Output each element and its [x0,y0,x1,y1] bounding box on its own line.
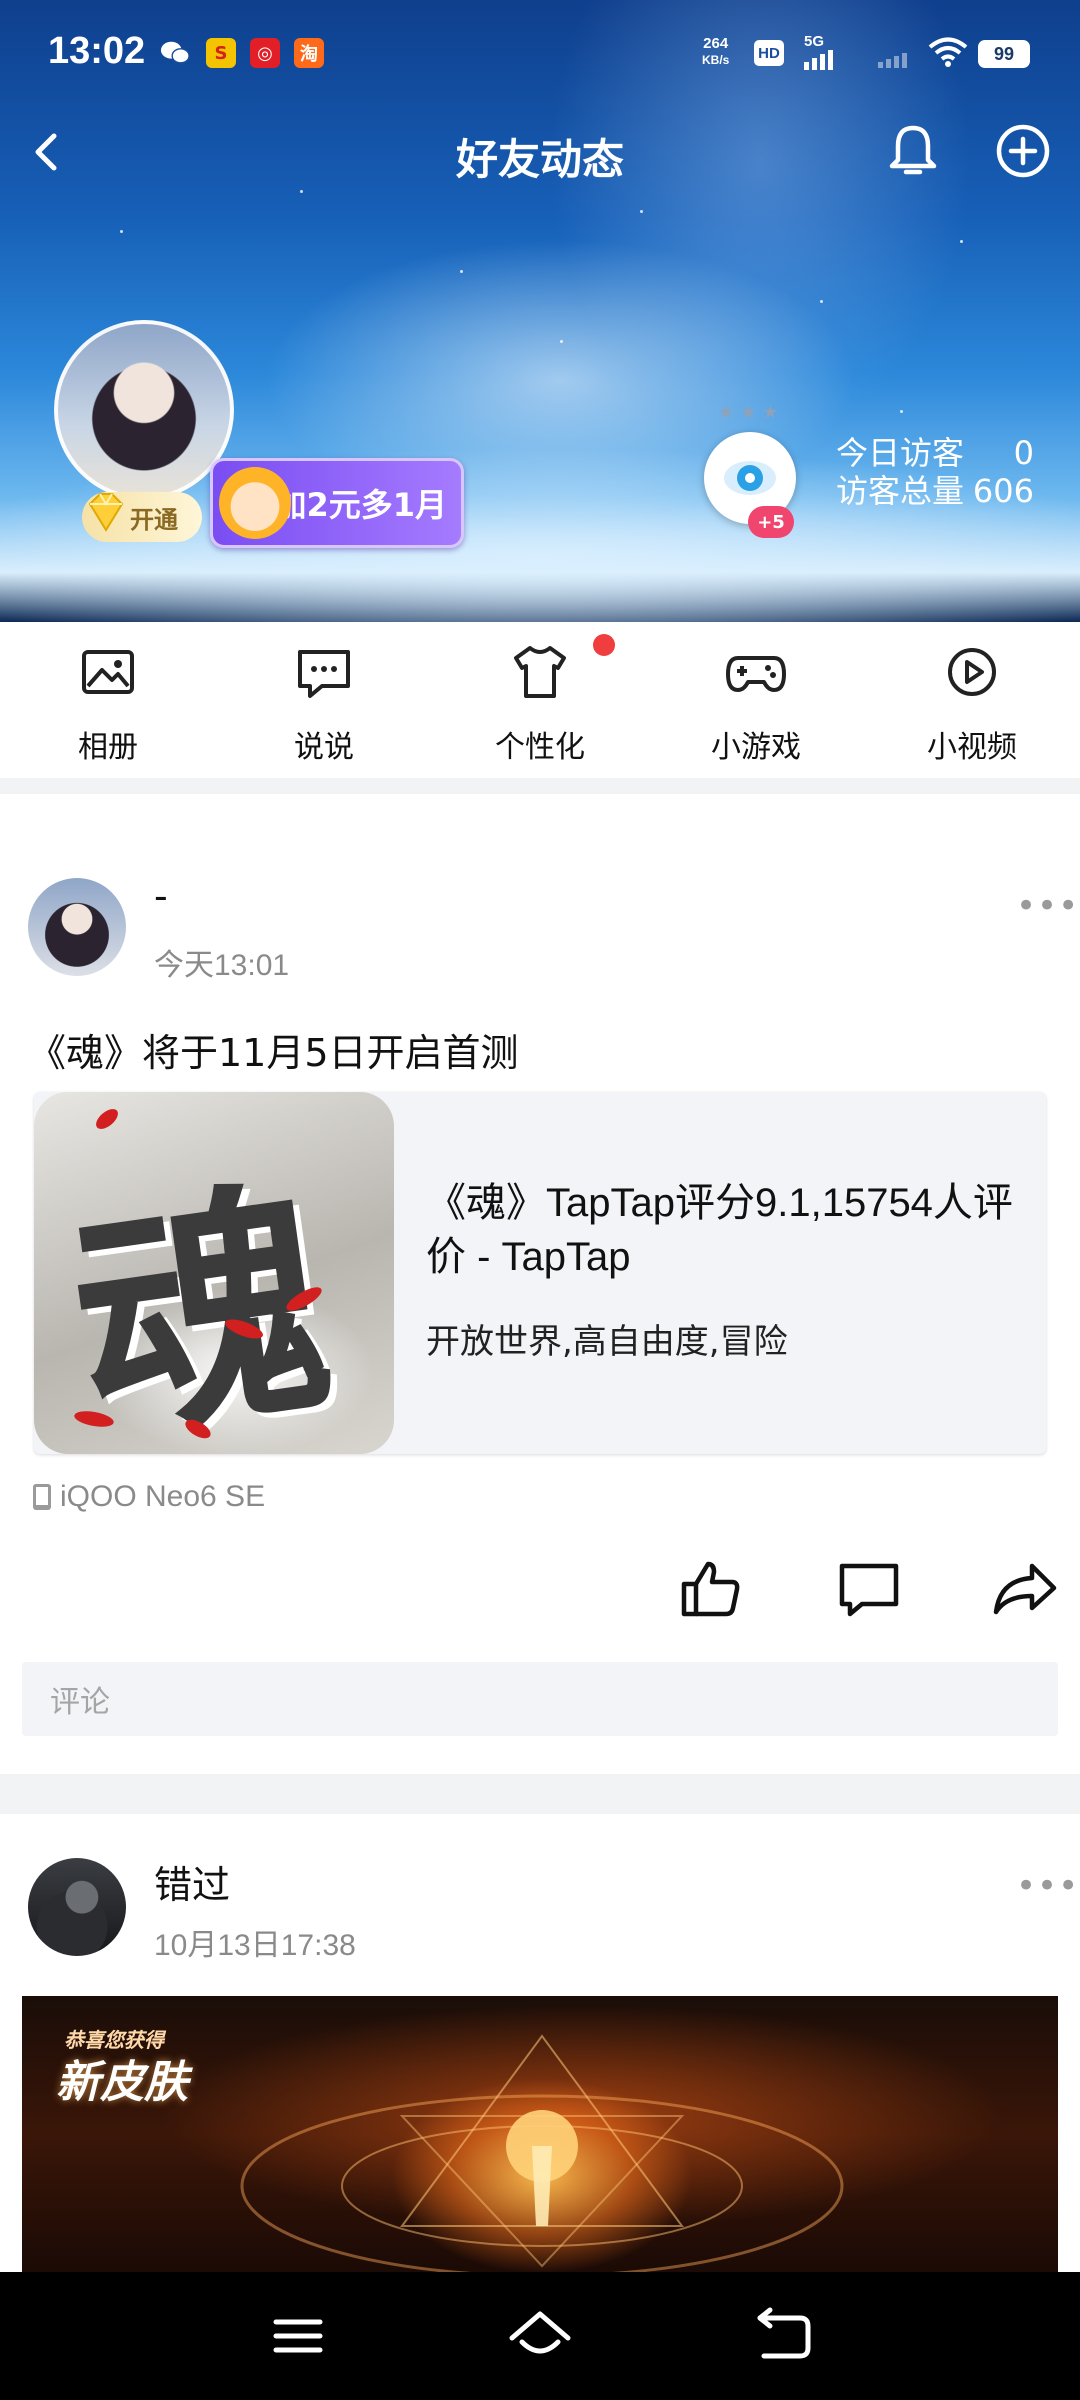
title-bar: 好友动态 [0,100,1080,200]
post-author-name[interactable]: - [154,874,168,918]
taobao-notification-icon: 淘 [294,38,324,68]
link-card-description: 开放世界,高自由度,冒险 [426,1322,788,1362]
music-notification-icon: ◎ [250,38,280,68]
more-options-icon[interactable]: ••• [1016,1866,1079,1906]
shared-link-card[interactable]: 魂 《魂》TapTap评分9.1,15754人评价 - TapTap 开放世界,… [34,1092,1046,1454]
comment-button[interactable] [836,1556,902,1622]
visitor-stars-icon: ★★★ [718,402,785,423]
plus-circle-icon [996,124,1050,178]
menu-nav-button[interactable] [262,2300,334,2372]
device-name: iQOO Neo6 SE [60,1480,266,1513]
menu-item-label: 小视频 [927,730,1017,765]
visitors-today-value: 0 [1013,434,1034,472]
wechat-notification-icon [160,38,190,68]
banner-title: 新皮肤 [56,2057,188,2108]
menu-item-label: 小游戏 [711,730,801,765]
photo-icon [82,650,134,694]
post-author-name[interactable]: 错过 [154,1854,230,1909]
feature-menu: 相册 说说 个性化 小游戏 小视频 [0,622,1080,778]
menu-item-label: 相册 [78,730,138,765]
post-time: 今天13:01 [154,949,290,982]
comment-input[interactable]: 评论 [22,1662,1058,1736]
visitor-stats[interactable]: 今日访客 0 访客总量 606 [836,434,1034,510]
cellular-signal-icon: 5G [804,34,844,74]
cellular-signal-2-icon [878,48,918,72]
status-time: 13:02 [48,30,146,72]
post-divider [0,1774,1080,1814]
home-nav-button[interactable] [504,2300,576,2372]
menu-item-minigames[interactable]: 小游戏 [676,640,836,766]
gamepad-icon [726,656,786,692]
hamburger-icon [273,2319,323,2353]
vip-open-label: 开通 [130,505,178,534]
menu-item-shuoshuo[interactable]: 说说 [244,640,404,766]
status-bar: 13:02 S ◎ 淘 264 KB/s HD 5G 99 [0,0,1080,108]
game-app-icon: 魂 [34,1092,394,1454]
notifications-button[interactable] [880,118,946,184]
menu-item-album[interactable]: 相册 [28,640,188,766]
promo-mascot-icon [219,467,291,539]
post-device: iQOO Neo6 SE [30,1480,265,1514]
visitors-total-label: 访客总量 [836,472,965,510]
game-icon-glyph: 魂 [57,1150,347,1454]
hd-icon: HD [754,40,784,66]
menu-item-label: 个性化 [495,730,585,765]
return-icon [757,2307,811,2359]
app-s-notification-icon: S [206,38,236,68]
comment-icon [839,1563,899,1617]
visitor-new-badge: +5 [748,506,794,538]
post-time: 10月13日17:38 [154,1929,356,1962]
add-post-button[interactable] [990,118,1056,184]
vip-open-badge[interactable]: 开通 [82,492,202,542]
battery-icon: 99 [978,40,1030,68]
comment-placeholder: 评论 [50,1685,110,1720]
home-icon [509,2311,571,2354]
share-button[interactable] [992,1556,1058,1622]
visitors-today-label: 今日访客 [836,434,965,472]
section-divider [0,778,1080,794]
shirt-icon [514,646,566,698]
new-indicator-dot [593,634,615,656]
wifi-icon [928,36,968,72]
user-avatar[interactable] [54,320,234,500]
post-author-avatar[interactable] [28,1858,126,1956]
system-navigation-bar [0,2272,1080,2400]
bell-icon [889,125,937,175]
video-icon [948,648,996,696]
menu-item-label: 说说 [294,730,354,765]
menu-item-videos[interactable]: 小视频 [892,640,1052,766]
visitors-total-value: 606 [972,472,1034,510]
link-card-title: 《魂》TapTap评分9.1,15754人评价 - TapTap [426,1181,1013,1279]
diamond-icon [88,493,124,532]
post-image-new-skin[interactable]: 恭喜您获得 新皮肤 [22,1996,1058,2272]
promo-text: 加2元多1月 [274,486,447,524]
magic-circle-decoration [240,2034,844,2272]
post-text: 《魂》将于11月5日开启首测 [28,1031,519,1075]
like-button[interactable] [678,1556,744,1622]
thumbs-up-icon [681,1561,740,1617]
menu-item-personalize[interactable]: 个性化 [460,640,620,766]
phone-icon [33,1484,51,1510]
network-speed: 264 KB/s [702,35,730,68]
more-options-icon[interactable]: ••• [1016,886,1079,926]
share-arrow-icon [993,1563,1057,1615]
vip-promo-banner[interactable]: 加2元多1月 [210,458,464,548]
back-nav-button[interactable] [746,2300,818,2372]
chat-icon [298,650,350,698]
post-author-avatar[interactable] [28,878,126,976]
